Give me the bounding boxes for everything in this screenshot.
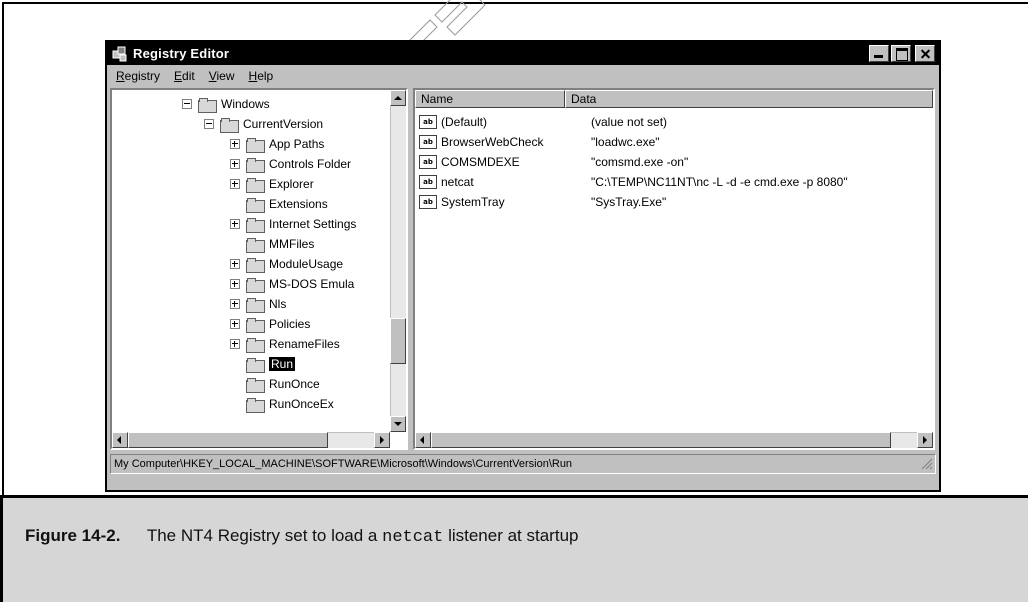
scroll-left-button[interactable] <box>415 432 431 448</box>
registry-editor-window: Registry Editor Registry Edit View Help … <box>105 40 941 492</box>
menu-registry[interactable]: Registry <box>109 69 167 83</box>
figure-caption: Figure 14-2. The NT4 Registry set to loa… <box>25 526 578 547</box>
tree-item-windows[interactable]: Windows <box>182 94 270 114</box>
scroll-thumb[interactable] <box>431 432 891 448</box>
folder-icon <box>198 97 217 113</box>
figure-caption-bar: Figure 14-2. The NT4 Registry set to loa… <box>0 495 1028 602</box>
value-row[interactable]: ab netcat "C:\TEMP\NC11NT\nc -L -d -e cm… <box>419 172 848 192</box>
tree-item-mmfiles[interactable]: MMFiles <box>230 234 314 254</box>
value-row[interactable]: ab SystemTray "SysTray.Exe" <box>419 192 666 212</box>
folder-icon <box>220 117 239 133</box>
column-header-data[interactable]: Data <box>565 90 933 108</box>
menu-edit[interactable]: Edit <box>167 69 202 83</box>
string-value-icon: ab <box>419 175 437 189</box>
folder-icon <box>246 297 265 313</box>
scroll-up-button[interactable] <box>390 90 406 106</box>
expand-icon[interactable] <box>230 319 240 329</box>
minimize-button[interactable] <box>869 45 889 62</box>
tree-item-run[interactable]: Run <box>230 354 296 374</box>
folder-icon <box>246 137 265 153</box>
open-folder-icon <box>246 357 265 373</box>
expand-icon[interactable] <box>230 299 240 309</box>
scroll-right-button[interactable] <box>374 432 390 448</box>
tree-item-runonce[interactable]: RunOnce <box>230 374 320 394</box>
collapse-icon[interactable] <box>204 119 214 129</box>
figure-number: Figure 14-2. <box>25 526 121 545</box>
tree-item-policies[interactable]: Policies <box>230 314 310 334</box>
tree-item-currentversion[interactable]: CurrentVersion <box>204 114 323 134</box>
menu-help[interactable]: Help <box>242 69 281 83</box>
folder-icon <box>246 197 265 213</box>
caption-text-before: The NT4 Registry set to load a <box>146 526 378 545</box>
tree-item-runonceex[interactable]: RunOnceEx <box>230 394 334 414</box>
expand-icon[interactable] <box>230 259 240 269</box>
scroll-left-button[interactable] <box>112 432 128 448</box>
string-value-icon: ab <box>419 155 437 169</box>
folder-icon <box>246 397 265 413</box>
tree-item-controls-folder[interactable]: Controls Folder <box>230 154 351 174</box>
registry-editor-icon <box>112 46 127 61</box>
caption-text-after: listener at startup <box>448 526 579 545</box>
folder-icon <box>246 157 265 173</box>
tree-item-explorer[interactable]: Explorer <box>230 174 314 194</box>
values-horizontal-scrollbar[interactable] <box>415 432 933 448</box>
resize-grip-icon[interactable] <box>921 458 933 470</box>
folder-icon <box>246 277 265 293</box>
tree-item-app-paths[interactable]: App Paths <box>230 134 324 154</box>
scroll-down-button[interactable] <box>390 416 406 432</box>
folder-icon <box>246 177 265 193</box>
tree-item-moduleusage[interactable]: ModuleUsage <box>230 254 343 274</box>
folder-icon <box>246 377 265 393</box>
tree-horizontal-scrollbar[interactable] <box>112 432 390 448</box>
menu-bar: Registry Edit View Help <box>107 65 939 87</box>
title-bar[interactable]: Registry Editor <box>107 42 939 65</box>
expand-icon[interactable] <box>230 339 240 349</box>
expand-icon[interactable] <box>230 219 240 229</box>
tree-item-renamefiles[interactable]: RenameFiles <box>230 334 340 354</box>
caption-code: netcat <box>382 528 444 547</box>
expand-icon[interactable] <box>230 139 240 149</box>
tree-item-nls[interactable]: Nls <box>230 294 286 314</box>
scroll-thumb[interactable] <box>128 432 328 448</box>
folder-icon <box>246 257 265 273</box>
collapse-icon[interactable] <box>182 99 192 109</box>
column-header-name[interactable]: Name <box>415 90 565 108</box>
string-value-icon: ab <box>419 195 437 209</box>
expand-icon[interactable] <box>230 159 240 169</box>
window-controls <box>869 45 935 62</box>
menu-view[interactable]: View <box>202 69 242 83</box>
tree-vertical-scrollbar[interactable] <box>390 90 406 432</box>
tree-item-extensions[interactable]: Extensions <box>230 194 328 214</box>
tree-item-ms-dos-emula[interactable]: MS-DOS Emula <box>230 274 354 294</box>
key-tree-pane[interactable]: Windows CurrentVersion App Paths Control… <box>110 88 408 450</box>
tree-item-internet-settings[interactable]: Internet Settings <box>230 214 356 234</box>
value-row[interactable]: ab BrowserWebCheck "loadwc.exe" <box>419 132 660 152</box>
folder-icon <box>246 317 265 333</box>
expand-icon[interactable] <box>230 179 240 189</box>
folder-icon <box>246 237 265 253</box>
folder-icon <box>246 217 265 233</box>
status-bar-path: My Computer\HKEY_LOCAL_MACHINE\SOFTWARE\… <box>110 454 936 474</box>
scroll-right-button[interactable] <box>917 432 933 448</box>
string-value-icon: ab <box>419 115 437 129</box>
expand-icon[interactable] <box>230 279 240 289</box>
scroll-thumb[interactable] <box>390 318 406 364</box>
value-row[interactable]: ab COMSMDEXE "comsmd.exe -on" <box>419 152 688 172</box>
value-row[interactable]: ab (Default) (value not set) <box>419 112 667 132</box>
values-list-pane[interactable]: Name Data ab (Default) (value not set) a… <box>413 88 935 450</box>
window-title: Registry Editor <box>133 46 230 61</box>
folder-icon <box>246 337 265 353</box>
maximize-button[interactable] <box>891 45 911 62</box>
close-button[interactable] <box>915 45 935 62</box>
string-value-icon: ab <box>419 135 437 149</box>
